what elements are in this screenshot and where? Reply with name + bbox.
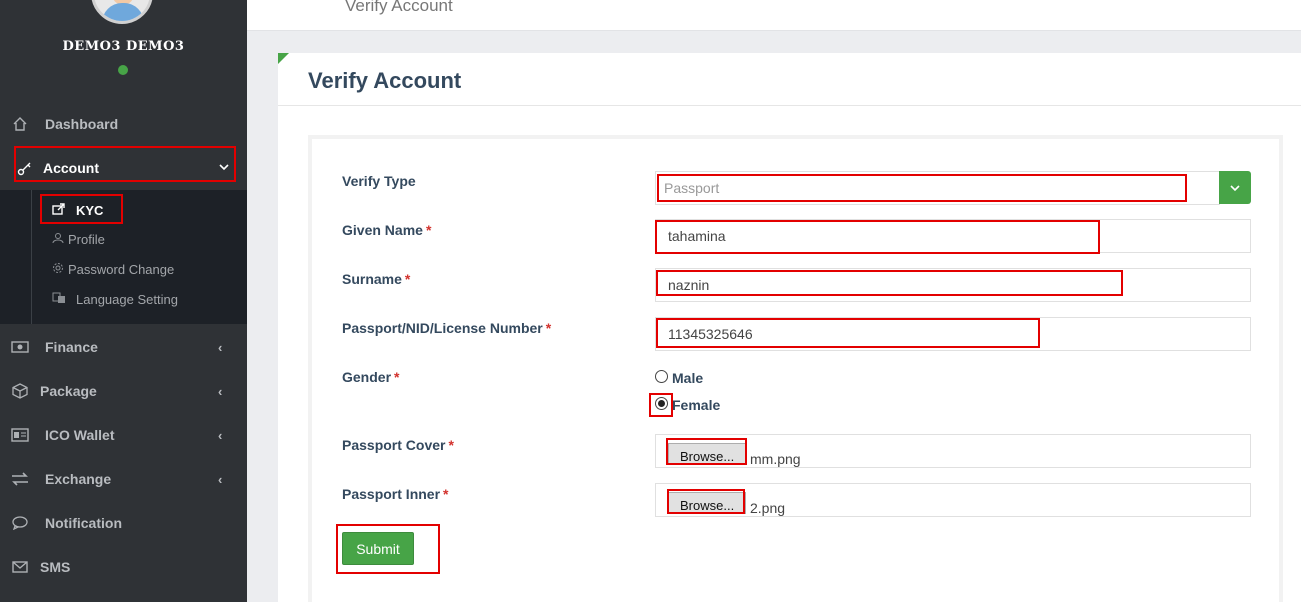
sidebar-item-dashboard[interactable]: Dashboard (0, 102, 247, 146)
money-icon (11, 338, 29, 356)
passport-inner-file-name: 2.png (750, 500, 786, 516)
surname-input[interactable]: naznin (655, 268, 1251, 302)
sidebar-item-label: Dashboard (45, 116, 119, 132)
sidebar-item-finance[interactable]: Finance ‹ (0, 325, 247, 369)
passport-cover-file-name: mm.png (750, 451, 801, 467)
surname-label: Surname * (342, 271, 411, 287)
breadcrumb: Verify Account (345, 0, 453, 15)
avatar-body (102, 3, 144, 21)
sidebar-subitem-profile[interactable]: Profile (52, 227, 105, 251)
verify-type-label: Verify Type (342, 173, 416, 189)
key-icon (16, 159, 34, 177)
top-header: Verify Account (247, 0, 1301, 31)
chevron-down-icon (218, 161, 230, 176)
gender-female-radio[interactable] (655, 397, 668, 410)
id-number-label: Passport/NID/License Number * (342, 320, 552, 336)
chat-bubble-icon (11, 514, 29, 532)
verify-type-dropdown-button[interactable] (1219, 171, 1251, 204)
language-icon (52, 292, 74, 307)
sidebar-item-account[interactable]: Account (0, 146, 247, 190)
sidebar-item-package[interactable]: Package ‹ (0, 369, 247, 413)
gear-icon (52, 262, 66, 277)
home-icon (11, 115, 29, 133)
sidebar-item-label: Notification (45, 515, 122, 531)
given-name-label: Given Name * (342, 222, 432, 238)
sidebar-item-label: Account (43, 160, 99, 176)
passport-inner-label: Passport Inner * (342, 486, 449, 502)
gender-male-radio[interactable] (655, 370, 668, 383)
sidebar-item-label: ICO Wallet (45, 427, 115, 443)
chevron-left-icon: ‹ (218, 383, 223, 399)
given-name-input[interactable]: tahamina (655, 219, 1251, 253)
user-icon (52, 232, 66, 247)
passport-inner-browse-button[interactable]: Browse... (668, 492, 746, 514)
page-title: Verify Account (308, 68, 462, 93)
sidebar-subitem-language-setting[interactable]: Language Setting (52, 287, 178, 311)
submenu-line (31, 190, 32, 324)
passport-cover-label: Passport Cover * (342, 437, 454, 453)
sidebar-item-label: Package (40, 383, 97, 399)
passport-cover-browse-button[interactable]: Browse... (668, 443, 746, 465)
user-name: DEMO3 DEMO3 (62, 39, 185, 54)
sidebar-item-ico-wallet[interactable]: ICO Wallet ‹ (0, 413, 247, 457)
avatar[interactable] (91, 0, 153, 24)
chevron-down-icon (1230, 184, 1240, 191)
chevron-left-icon: ‹ (218, 471, 223, 487)
sidebar: DEMO3 DEMO3 Dashboard Account KYC Profil… (0, 0, 247, 602)
chevron-left-icon: ‹ (218, 339, 223, 355)
exchange-icon (11, 470, 29, 488)
cube-icon (11, 382, 29, 400)
id-number-input[interactable]: 11345325646 (655, 317, 1251, 351)
gender-male-label[interactable]: Male (672, 370, 703, 386)
sidebar-subitem-kyc[interactable]: KYC (52, 198, 103, 222)
chevron-left-icon: ‹ (218, 427, 223, 443)
panel-divider (278, 105, 1301, 106)
external-link-icon (52, 202, 66, 218)
gender-female-label[interactable]: Female (672, 397, 720, 413)
submit-button[interactable]: Submit (342, 532, 414, 565)
sidebar-subitem-label: Language Setting (76, 291, 178, 307)
sidebar-item-label: Exchange (45, 471, 112, 487)
sidebar-item-sms[interactable]: SMS (0, 545, 247, 589)
sidebar-subitem-label: Password Change (68, 261, 175, 277)
sidebar-item-exchange[interactable]: Exchange ‹ (0, 457, 247, 501)
sidebar-subitem-label: KYC (76, 202, 104, 218)
id-card-icon (11, 426, 29, 444)
sidebar-item-notification[interactable]: Notification (0, 501, 247, 545)
sidebar-subitem-label: Profile (68, 231, 105, 247)
verify-type-select[interactable] (655, 171, 1220, 205)
online-status-dot (118, 65, 128, 75)
verify-type-placeholder: Passport (664, 180, 720, 196)
sidebar-item-label: Finance (45, 339, 98, 355)
sidebar-subitem-password-change[interactable]: Password Change (52, 257, 174, 281)
sidebar-item-label: SMS (40, 559, 71, 575)
gender-label: Gender * (342, 369, 400, 385)
panel-corner-accent (278, 53, 289, 64)
envelope-icon (11, 558, 29, 576)
form-container (308, 135, 1283, 602)
